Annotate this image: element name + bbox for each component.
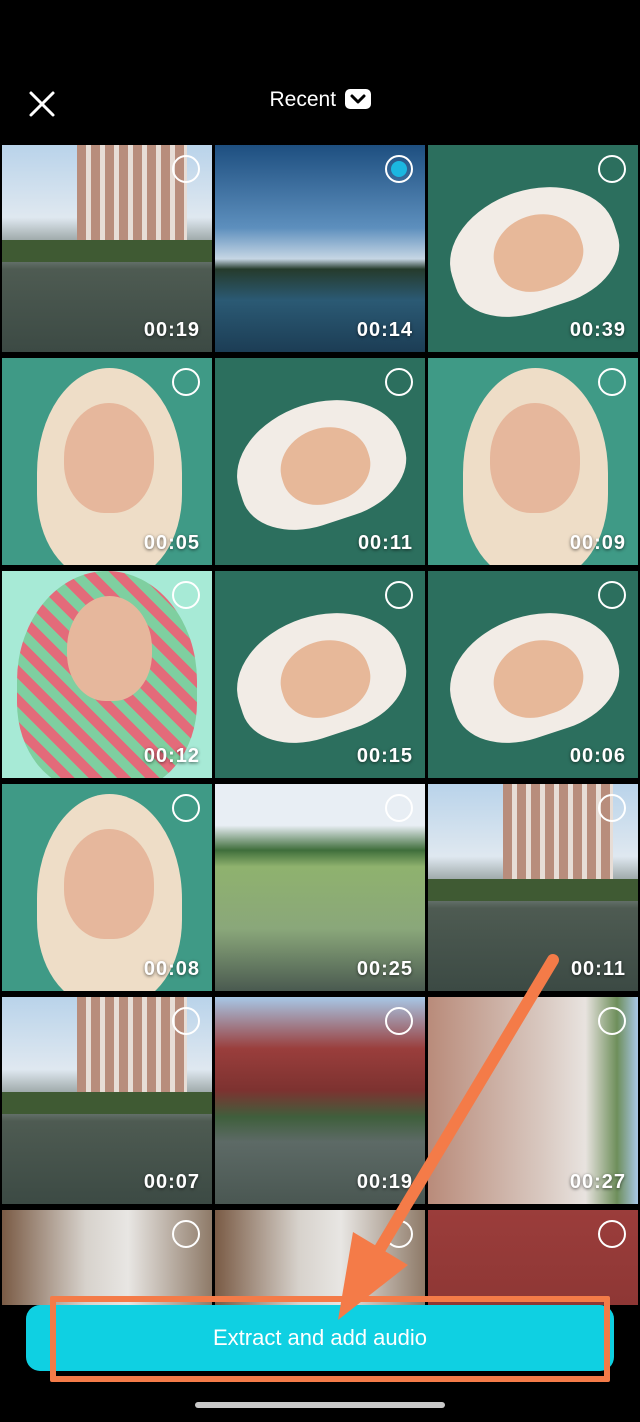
duration-label: 00:08	[143, 958, 200, 980]
select-circle[interactable]	[385, 155, 413, 183]
top-bar: Recent	[0, 0, 640, 145]
select-circle[interactable]	[172, 1007, 200, 1035]
duration-label: 00:07	[143, 1171, 200, 1193]
select-circle[interactable]	[598, 368, 626, 396]
duration-label: 00:19	[356, 1171, 413, 1193]
duration-label: 00:19	[143, 319, 200, 341]
duration-label: 00:11	[570, 958, 626, 980]
select-circle[interactable]	[172, 368, 200, 396]
duration-label: 00:25	[356, 958, 413, 980]
media-tile[interactable]: 00:11	[428, 784, 638, 991]
media-grid: 00:19 00:14 00:39 00:05 00:11 00:09 00:12 00:15…	[2, 145, 638, 1305]
select-circle[interactable]	[385, 581, 413, 609]
media-tile[interactable]: 00:27	[428, 997, 638, 1204]
select-circle[interactable]	[172, 581, 200, 609]
media-tile[interactable]: 00:19	[215, 997, 425, 1204]
select-circle[interactable]	[385, 1220, 413, 1248]
select-circle[interactable]	[385, 794, 413, 822]
album-selector[interactable]: Recent	[0, 88, 640, 112]
duration-label: 00:09	[569, 532, 626, 554]
select-circle[interactable]	[598, 794, 626, 822]
media-tile[interactable]: 00:14	[215, 145, 425, 352]
media-tile[interactable]	[428, 1210, 638, 1305]
media-tile[interactable]: 00:19	[2, 145, 212, 352]
media-tile[interactable]: 00:09	[428, 358, 638, 565]
select-circle[interactable]	[172, 794, 200, 822]
media-tile[interactable]: 00:08	[2, 784, 212, 991]
duration-label: 00:11	[357, 532, 413, 554]
album-title: Recent	[269, 88, 337, 111]
media-tile[interactable]: 00:12	[2, 571, 212, 778]
duration-label: 00:14	[356, 319, 413, 341]
duration-label: 00:12	[143, 745, 200, 767]
duration-label: 00:27	[569, 1171, 626, 1193]
media-tile[interactable]: 00:05	[2, 358, 212, 565]
media-tile[interactable]: 00:15	[215, 571, 425, 778]
select-circle[interactable]	[172, 1220, 200, 1248]
chevron-down-icon	[344, 89, 371, 109]
media-tile[interactable]: 00:07	[2, 997, 212, 1204]
media-tile[interactable]: 00:25	[215, 784, 425, 991]
select-circle[interactable]	[598, 581, 626, 609]
duration-label: 00:06	[569, 745, 626, 767]
select-circle[interactable]	[172, 155, 200, 183]
media-tile[interactable]: 00:39	[428, 145, 638, 352]
duration-label: 00:05	[143, 532, 200, 554]
select-circle[interactable]	[598, 1007, 626, 1035]
select-circle[interactable]	[598, 155, 626, 183]
media-tile[interactable]	[215, 1210, 425, 1305]
media-tile[interactable]: 00:06	[428, 571, 638, 778]
extract-audio-button[interactable]: Extract and add audio	[26, 1305, 614, 1371]
select-circle[interactable]	[385, 368, 413, 396]
media-tile[interactable]	[2, 1210, 212, 1305]
select-circle[interactable]	[598, 1220, 626, 1248]
duration-label: 00:15	[356, 745, 413, 767]
select-circle[interactable]	[385, 1007, 413, 1035]
home-indicator	[195, 1402, 445, 1408]
media-tile[interactable]: 00:11	[215, 358, 425, 565]
duration-label: 00:39	[569, 319, 626, 341]
